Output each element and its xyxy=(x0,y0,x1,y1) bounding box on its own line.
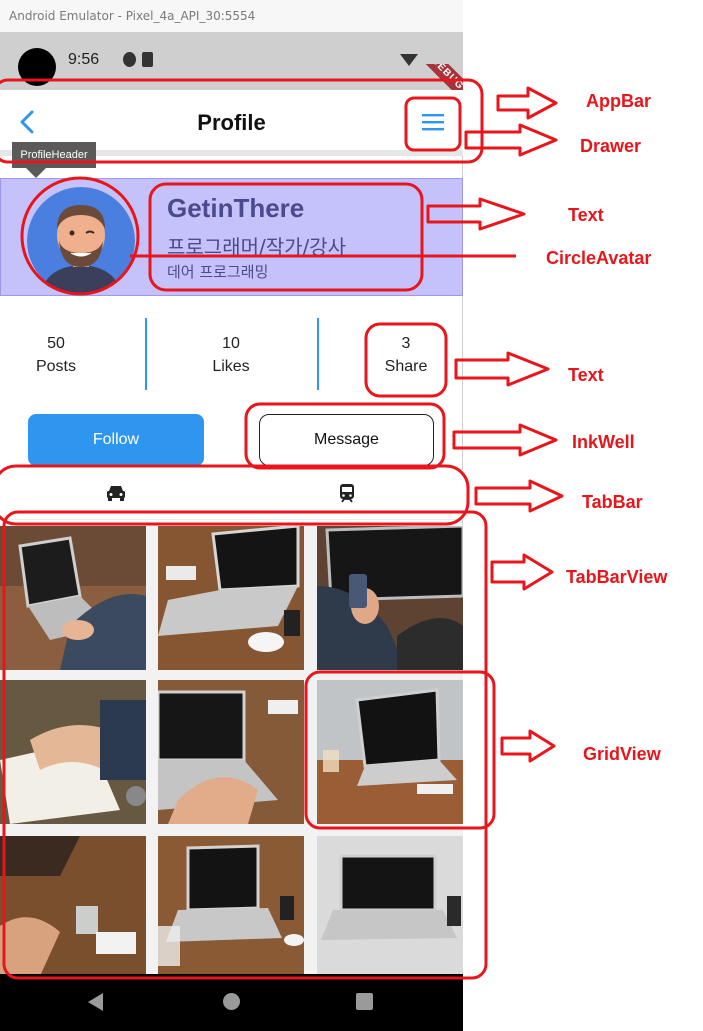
status-time: 9:56 xyxy=(68,51,100,68)
stat-value: 50 xyxy=(47,335,65,352)
profile-name: GetinThere xyxy=(167,193,305,223)
emulator-frame: Android Emulator - Pixel_4a_API_30:5554 … xyxy=(0,0,463,1031)
annotation-arrow-tabbar xyxy=(474,479,564,513)
annotation-arrow-drawer xyxy=(464,123,558,157)
notification-icon xyxy=(123,52,136,67)
stats-row: 50 Posts 10 Likes 3 Share xyxy=(0,300,463,408)
stat-label: Share xyxy=(384,358,428,375)
message-button[interactable]: Message xyxy=(259,414,434,466)
profile-header-tooltip: ProfileHeader xyxy=(12,142,96,168)
page-title: Profile xyxy=(197,110,266,135)
stat-label: Likes xyxy=(212,358,250,375)
nav-back-icon[interactable] xyxy=(88,993,103,1011)
hamburger-menu-icon[interactable] xyxy=(420,110,446,134)
grid-photo-laptop-table[interactable] xyxy=(317,680,463,824)
annotation-arrow-appbar xyxy=(496,86,558,120)
grid-photo-laptop-white[interactable] xyxy=(317,834,463,978)
grid-photo-laptop-coffee[interactable] xyxy=(158,526,304,670)
tab-car[interactable] xyxy=(0,470,231,520)
stat-likes: 10 Likes xyxy=(195,332,267,378)
annotation-arrow-inkwell xyxy=(452,423,558,457)
tab-train[interactable] xyxy=(231,470,462,520)
annotation-arrow-tabbarview xyxy=(490,553,554,591)
tooltip-arrow xyxy=(26,168,46,178)
annotation-label-appbar: AppBar xyxy=(586,91,652,111)
stat-share: 3 Share xyxy=(370,332,442,378)
stat-value: 10 xyxy=(222,335,240,352)
grid-photo-laptop-desk[interactable] xyxy=(158,680,304,824)
android-nav-bar xyxy=(0,974,463,1031)
grid-photo-laptop-typing[interactable] xyxy=(0,526,146,670)
stat-value: 3 xyxy=(401,335,411,352)
grid-photo-meeting-table[interactable] xyxy=(0,834,146,978)
tab-bar xyxy=(0,470,463,520)
stat-posts: 50 Posts xyxy=(20,332,92,378)
grid-photo-laptop-wood[interactable] xyxy=(158,834,304,978)
annotation-label-text-1: Text xyxy=(568,205,604,225)
camera-cutout xyxy=(18,48,56,86)
stat-divider xyxy=(145,318,147,390)
annotation-label-inkwell: InkWell xyxy=(572,432,635,452)
train-icon xyxy=(340,484,354,503)
stat-divider xyxy=(317,318,319,390)
stat-label: Posts xyxy=(35,358,76,375)
nav-recents-icon[interactable] xyxy=(356,993,373,1010)
annotation-label-gridview: GridView xyxy=(583,744,661,764)
annotation-arrow-gridview xyxy=(500,729,556,763)
annotation-label-tabbar: TabBar xyxy=(582,492,643,512)
profile-header: GetinThere 프로그래머/작가/강사 데어 프로그래밍 xyxy=(0,178,463,296)
profile-role: 프로그래머/작가/강사 xyxy=(167,235,347,259)
status-bar: 9:56 DEBUG xyxy=(0,32,463,119)
annotation-label-tabbarview: TabBarView xyxy=(566,567,668,587)
annotation-label-text-2: Text xyxy=(568,365,604,385)
emulator-window-title: Android Emulator - Pixel_4a_API_30:5554 xyxy=(0,0,463,32)
annotation-arrow-text2 xyxy=(454,351,550,387)
annotation-label-circleavatar: CircleAvatar xyxy=(546,248,652,268)
car-icon xyxy=(107,486,125,501)
annotation-label-drawer: Drawer xyxy=(580,136,642,156)
grid-view xyxy=(0,524,463,976)
nav-home-icon[interactable] xyxy=(223,993,240,1010)
grid-photo-laptop-phone[interactable] xyxy=(317,526,463,670)
grid-photo-notebook-writing[interactable] xyxy=(0,680,146,824)
avatar[interactable] xyxy=(27,187,135,295)
sd-card-icon xyxy=(142,52,153,67)
profile-organization: 데어 프로그래밍 xyxy=(167,263,269,281)
follow-button[interactable]: Follow xyxy=(28,414,204,466)
